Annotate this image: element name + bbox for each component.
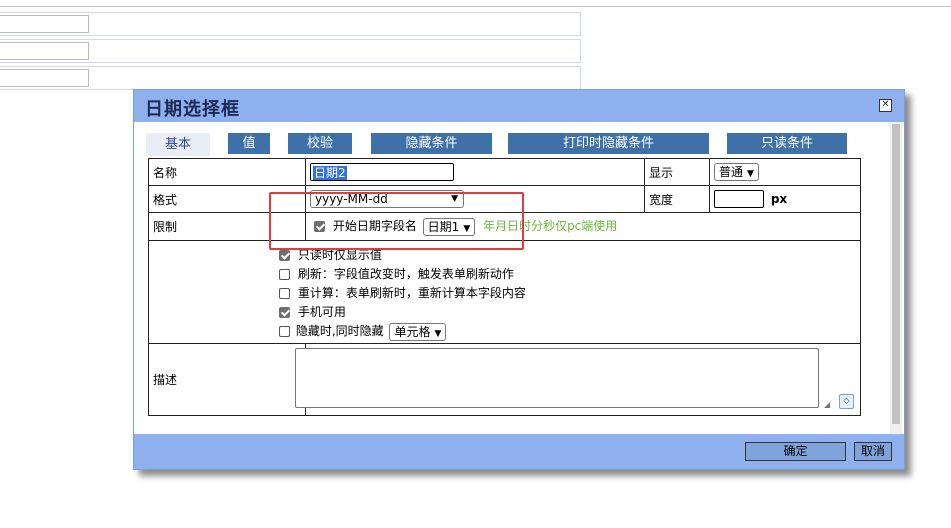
dialog-scrollbar[interactable]	[890, 122, 902, 434]
background-input[interactable]	[0, 42, 89, 60]
tab-validation[interactable]: 校验	[288, 133, 352, 154]
background-input[interactable]	[0, 15, 89, 33]
description-label: 描述	[148, 343, 306, 416]
display-label: 显示	[644, 158, 710, 186]
dialog-header[interactable]: 日期选择框 ✕	[134, 90, 904, 122]
chevron-down-icon: ▼	[747, 169, 754, 179]
description-textarea[interactable]	[295, 348, 819, 408]
option-label: 刷新：字段值改变时，触发表单刷新动作	[297, 267, 514, 281]
option-label: 只读时仅显示值	[297, 248, 382, 262]
option-label: 手机可用	[297, 305, 346, 319]
tab-readonly-condition[interactable]: 只读条件	[727, 133, 847, 154]
ok-button[interactable]: 确定	[745, 442, 846, 461]
highlight-box	[269, 192, 524, 250]
tab-basic[interactable]: 基本	[146, 133, 210, 156]
readonly-display-checkbox[interactable]	[279, 250, 290, 261]
tab-hide-condition[interactable]: 隐藏条件	[371, 133, 492, 154]
name-label: 名称	[148, 158, 306, 186]
hide-together-checkbox[interactable]	[279, 326, 290, 337]
background-row	[0, 66, 581, 90]
expand-editor-icon[interactable]: ◇	[839, 394, 854, 409]
tab-print-hide-condition[interactable]: 打印时隐藏条件	[508, 133, 709, 154]
background-toolbar-edge	[0, 0, 951, 7]
width-unit: px	[770, 191, 788, 206]
hide-together-select[interactable]: 单元格 ▼	[389, 322, 447, 341]
width-label: 宽度	[644, 185, 710, 213]
option-refresh[interactable]: 刷新：字段值改变时，触发表单刷新动作	[279, 265, 514, 284]
option-label: 重计算：表单刷新时，重新计算本字段内容	[297, 286, 526, 300]
hide-together-value: 单元格	[394, 324, 431, 339]
recalculate-checkbox[interactable]	[279, 288, 290, 299]
background-input[interactable]	[0, 69, 89, 87]
date-picker-dialog: 日期选择框 ✕ 基本 值 校验 隐藏条件 打印时隐藏条件 只读条件 名称 日期2…	[133, 89, 905, 470]
width-input[interactable]	[714, 190, 764, 208]
chevron-down-icon: ▼	[434, 328, 442, 339]
mobile-checkbox[interactable]	[279, 307, 290, 318]
option-hide-together[interactable]: 隐藏时,同时隐藏 单元格 ▼	[279, 322, 447, 341]
close-icon[interactable]: ✕	[879, 99, 892, 112]
scrollbar-thumb[interactable]	[892, 124, 900, 424]
display-select-value: 普通	[719, 165, 744, 179]
hide-together-label: 隐藏时,同时隐藏	[295, 324, 384, 338]
dialog-footer: 确定 取消	[134, 434, 904, 469]
name-input[interactable]: 日期2	[310, 163, 454, 181]
option-mobile[interactable]: 手机可用	[279, 303, 346, 322]
name-input-value: 日期2	[313, 166, 347, 180]
option-recalculate[interactable]: 重计算：表单刷新时，重新计算本字段内容	[279, 284, 526, 303]
background-row	[0, 39, 581, 63]
refresh-checkbox[interactable]	[279, 269, 290, 280]
display-select[interactable]: 普通 ▼	[714, 163, 759, 181]
cancel-button[interactable]: 取消	[854, 442, 892, 461]
background-row	[0, 12, 581, 36]
tab-value[interactable]: 值	[228, 133, 270, 154]
dialog-title: 日期选择框	[145, 99, 240, 120]
